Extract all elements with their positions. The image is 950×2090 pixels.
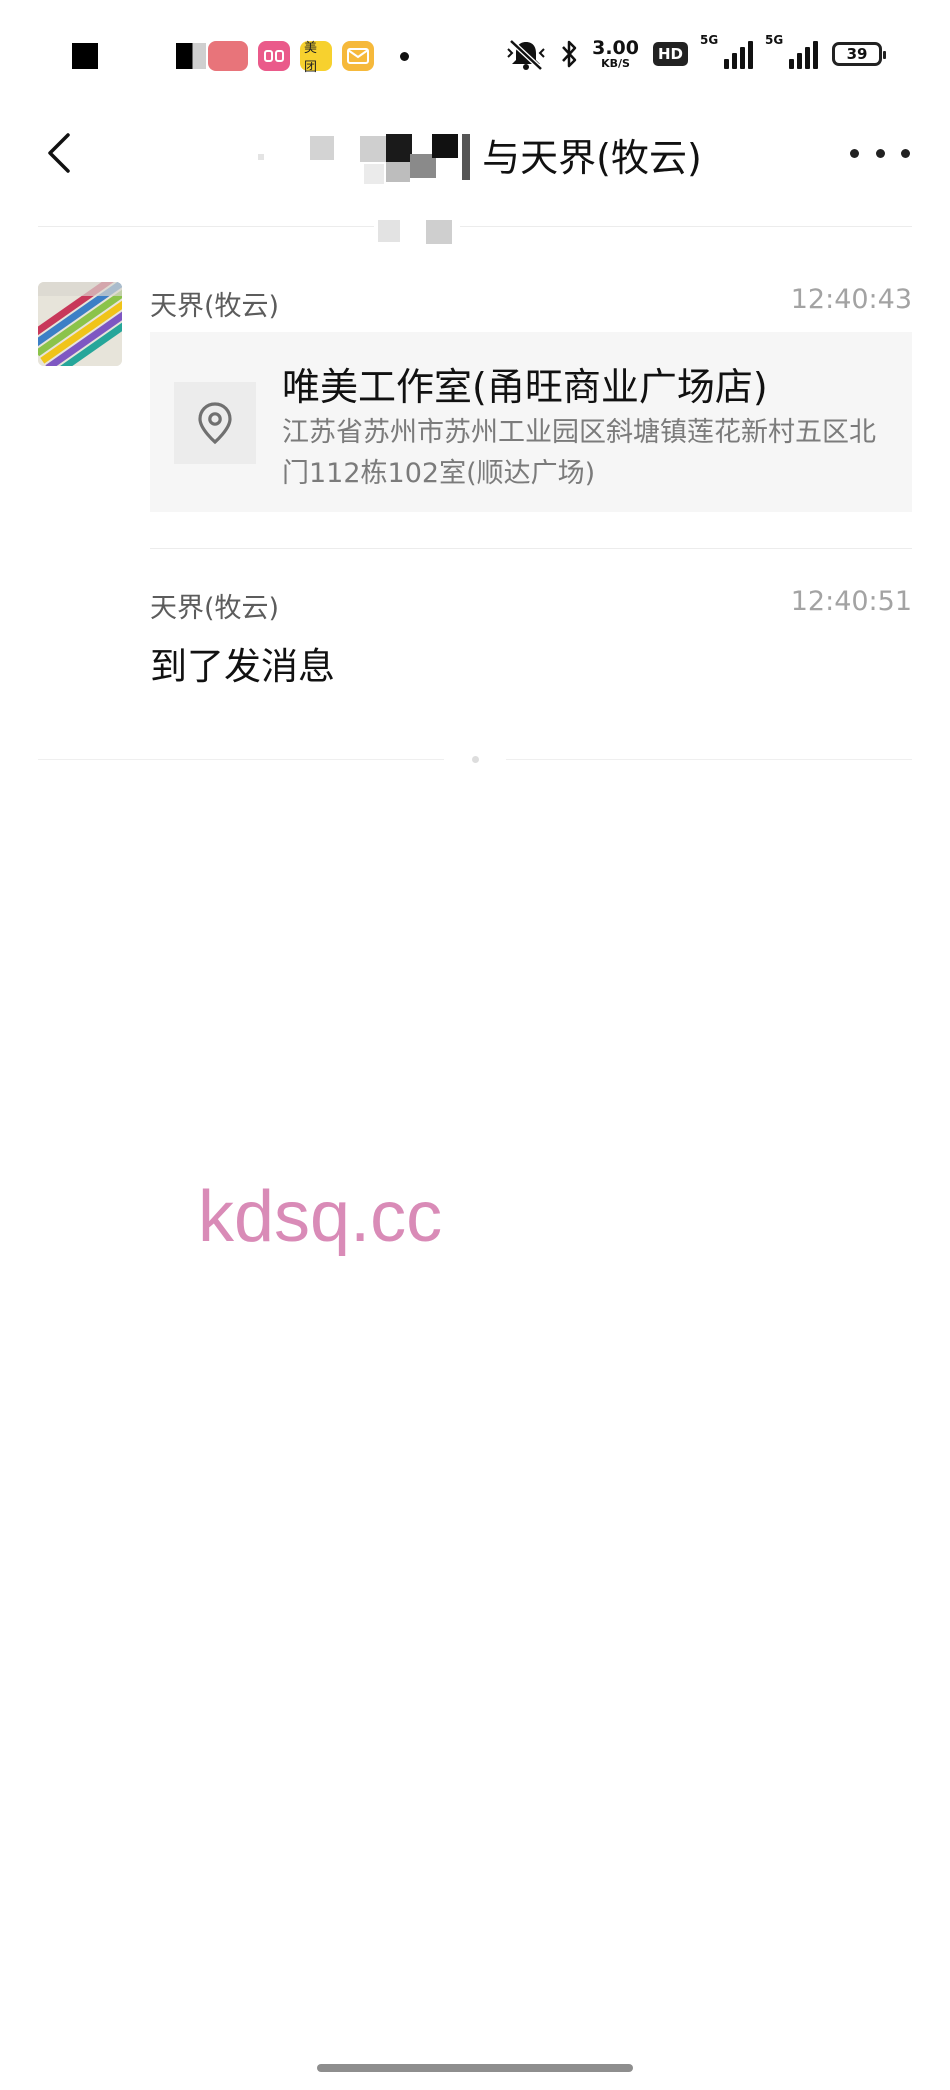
divider (150, 548, 912, 549)
network-speed: 3.00 KB/S (592, 37, 639, 70)
chat-header: 与天界(牧云) (0, 108, 950, 208)
hd-voice-badge: HD (652, 42, 688, 66)
more-options-button[interactable] (850, 130, 910, 176)
notification-icon (72, 43, 98, 69)
watermark: kdsq.cc (198, 1177, 443, 1257)
location-card[interactable]: 唯美工作室(甬旺商业广场店) 江苏省苏州市苏州工业园区斜塘镇莲花新村五区北门11… (150, 332, 912, 512)
status-right: 3.00 KB/S HD 5G 5G 39 (506, 32, 886, 76)
divider (38, 226, 912, 227)
battery-icon: 39 (832, 42, 886, 66)
location-name: 唯美工作室(甬旺商业广场店) (282, 365, 768, 409)
sender-name: 天界(牧云) (150, 291, 280, 322)
location-icon-box (174, 382, 256, 464)
chat-title: 与天界(牧云) (482, 135, 702, 180)
app-notification-icon (208, 41, 248, 71)
message-time: 12:40:43 (790, 284, 912, 315)
mute-bell-icon (506, 37, 546, 71)
redacted-mosaic (374, 216, 460, 246)
home-indicator[interactable] (317, 2064, 633, 2072)
app-notification-icon (258, 41, 290, 71)
location-pin-icon (198, 402, 232, 445)
status-left: 美团 (72, 38, 409, 75)
mail-app-icon (342, 41, 374, 71)
status-bar: 美团 3.00 KB/S HD 5G 5G 39 (0, 0, 950, 108)
message-time: 12:40:51 (790, 586, 912, 617)
location-address: 江苏省苏州市苏州工业园区斜塘镇莲花新村五区北门112栋102室(顺达广场) (282, 417, 876, 489)
meituan-app-icon: 美团 (300, 41, 332, 75)
message-text[interactable]: 到了发消息 (150, 636, 335, 690)
signal-icon: 5G (700, 33, 753, 69)
more-notifications-dot (400, 51, 409, 61)
avatar[interactable] (38, 282, 122, 366)
back-chevron-icon (48, 133, 70, 173)
end-marker-dot (472, 756, 479, 763)
back-button[interactable] (34, 118, 84, 188)
bluetooth-icon (560, 39, 578, 69)
avatar-image (38, 282, 122, 366)
redacted-mosaic (248, 124, 478, 184)
more-dots-icon (850, 148, 859, 158)
signal-icon: 5G (765, 33, 818, 69)
chat-title-area: 与天界(牧云) (240, 114, 710, 194)
sender-name: 天界(牧云) (150, 593, 280, 624)
notification-icon (176, 43, 206, 69)
